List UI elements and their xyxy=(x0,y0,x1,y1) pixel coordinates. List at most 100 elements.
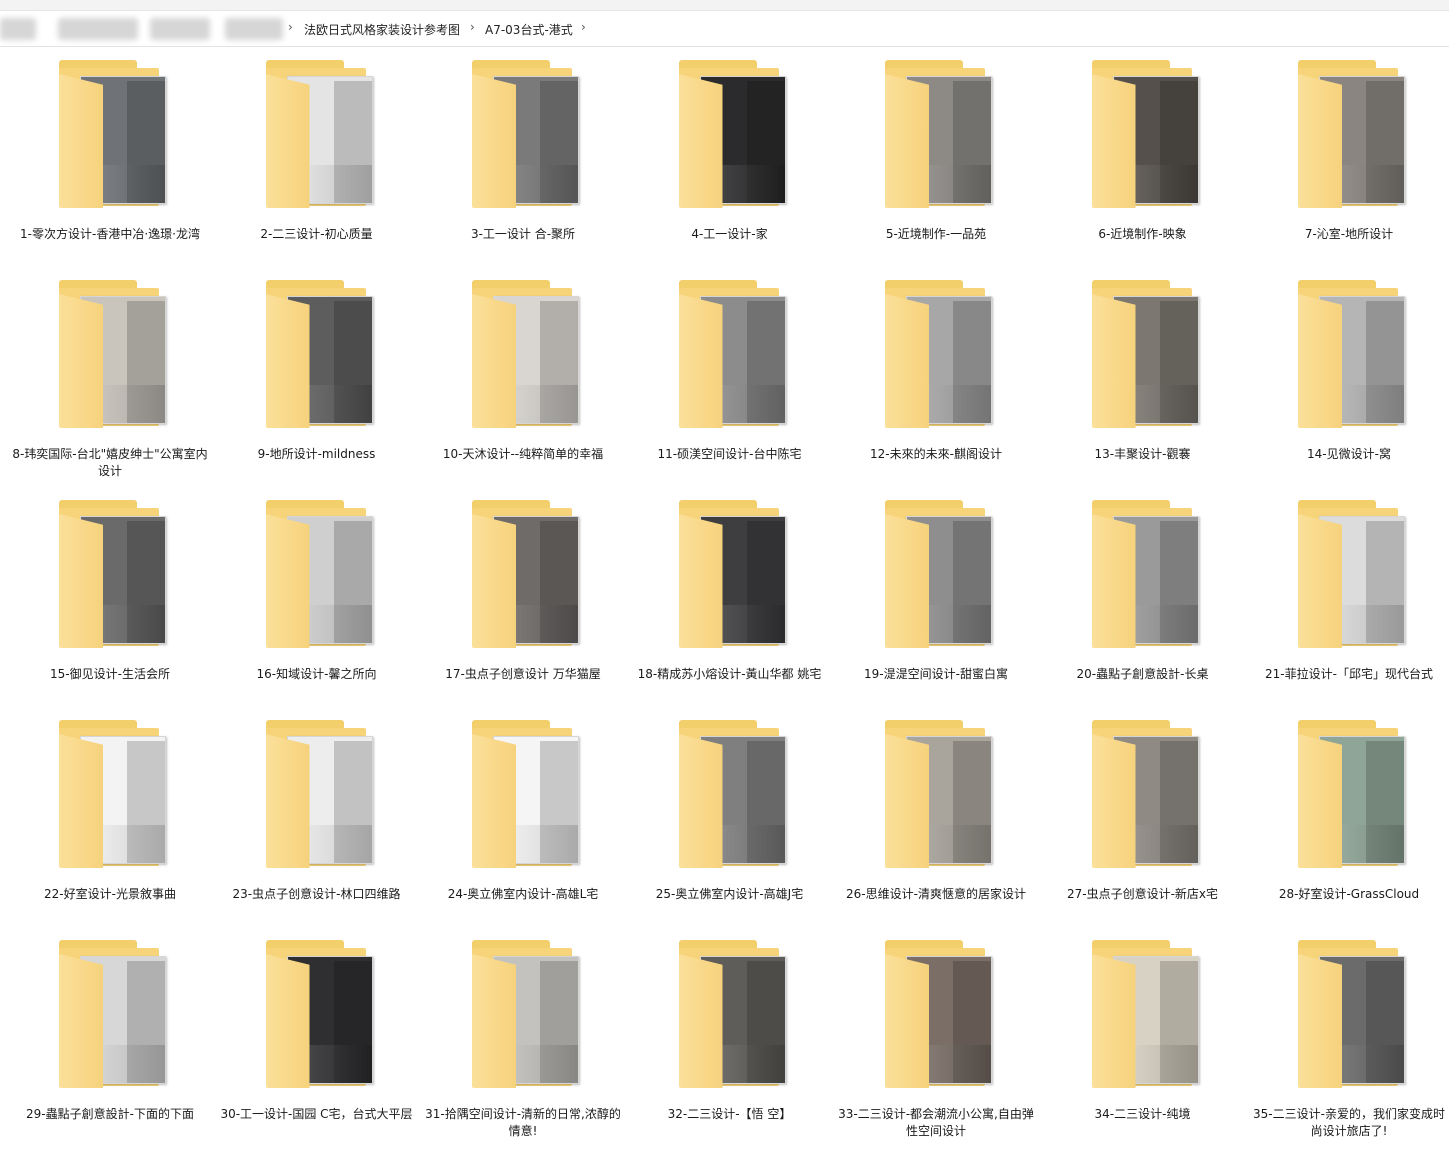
breadcrumb-item-current[interactable]: A7-03台式-港式 xyxy=(485,21,573,38)
folder-item[interactable]: 13-丰聚设计-觀褰 xyxy=(1043,280,1243,463)
chevron-right-icon[interactable]: › xyxy=(470,20,475,34)
folder-icon xyxy=(1078,720,1208,880)
folder-item[interactable]: 29-蟲點子創意設計-下面的下面 xyxy=(10,940,210,1123)
folder-label: 7-沁室-地所设计 xyxy=(1304,227,1394,241)
folder-label: 10-天沐设计--纯粹简单的幸福 xyxy=(442,447,604,461)
folder-label: 17-虫点子创意设计 万华猫屋 xyxy=(445,667,601,681)
folder-label: 3-工一设计 合-聚所 xyxy=(470,227,576,241)
folder-icon xyxy=(871,500,1001,660)
folder-icon xyxy=(1078,280,1208,440)
folder-icon xyxy=(458,500,588,660)
folder-icon xyxy=(252,720,382,880)
folder-icon xyxy=(871,60,1001,220)
folder-item[interactable]: 34-二三设计-纯境 xyxy=(1043,940,1243,1123)
folder-label: 8-玮奕国际-台北"嬉皮绅士"公寓室内设计 xyxy=(12,447,208,478)
folder-icon xyxy=(458,940,588,1100)
breadcrumb-item-parent[interactable]: 法欧日式风格家装设计参考图 xyxy=(304,21,460,38)
folder-item[interactable]: 28-好室设计-GrassCloud xyxy=(1249,720,1449,903)
folder-icon xyxy=(252,940,382,1100)
folder-label: 28-好室设计-GrassCloud xyxy=(1278,887,1420,901)
address-bar[interactable]: › 法欧日式风格家装设计参考图 › A7-03台式-港式 › xyxy=(0,12,1449,47)
folder-item[interactable]: 19-湜湜空间设计-甜蜜白寓 xyxy=(836,500,1036,683)
folder-item[interactable]: 14-见微设计-窝 xyxy=(1249,280,1449,463)
folder-item[interactable]: 11-硕渼空间设计-台中陈宅 xyxy=(630,280,830,463)
folder-label: 21-菲拉设计-「邱宅」现代台式 xyxy=(1265,667,1433,681)
folder-item[interactable]: 15-御见设计-生活会所 xyxy=(10,500,210,683)
folder-item[interactable]: 30-工一设计-国园 C宅，台式大平层 xyxy=(217,940,417,1123)
folder-item[interactable]: 33-二三设计-都会潮流小公寓,自由弹性空间设计 xyxy=(836,940,1036,1140)
folder-item[interactable]: 18-精成苏小熔设计-黃山华都 姚宅 xyxy=(630,500,830,683)
folder-label: 25-奥立佛室内设计-高雄J宅 xyxy=(655,887,804,901)
chevron-right-icon[interactable]: › xyxy=(288,20,293,34)
folder-label: 1-零次方设计-香港中冶·逸璟·龙湾 xyxy=(20,227,200,241)
folder-item[interactable]: 10-天沐设计--纯粹简单的幸福 xyxy=(423,280,623,463)
folder-label: 34-二三设计-纯境 xyxy=(1094,1107,1191,1121)
folder-icon xyxy=(1284,720,1414,880)
folder-item[interactable]: 22-好室设计-光景敘事曲 xyxy=(10,720,210,903)
folder-item[interactable]: 32-二三设计-【悟 空】 xyxy=(630,940,830,1123)
folder-icon xyxy=(252,60,382,220)
folder-icon xyxy=(458,720,588,880)
folder-item[interactable]: 4-工一设计-家 xyxy=(630,60,830,243)
folder-icon xyxy=(665,500,795,660)
folder-item[interactable]: 16-知域设计-馨之所向 xyxy=(217,500,417,683)
folder-label: 33-二三设计-都会潮流小公寓,自由弹性空间设计 xyxy=(838,1107,1034,1138)
folder-icon xyxy=(871,280,1001,440)
folder-icon xyxy=(665,280,795,440)
folder-icon xyxy=(458,60,588,220)
folder-item[interactable]: 31-拾隅空间设计-清新的日常,浓醇的情意! xyxy=(423,940,623,1140)
folder-icon xyxy=(252,500,382,660)
folder-label: 20-蟲點子創意設計-长桌 xyxy=(1076,667,1209,681)
folder-label: 27-虫点子创意设计-新店x宅 xyxy=(1066,887,1219,901)
folder-label: 26-思维设计-清爽惬意的居家设计 xyxy=(846,887,1026,901)
folder-item[interactable]: 23-虫点子创意设计-林口四维路 xyxy=(217,720,417,903)
folder-icon xyxy=(45,60,175,220)
folder-item[interactable]: 9-地所设计-mildness xyxy=(217,280,417,463)
folder-label: 30-工一设计-国园 C宅，台式大平层 xyxy=(220,1107,413,1121)
folder-icon xyxy=(1284,940,1414,1100)
folder-item[interactable]: 3-工一设计 合-聚所 xyxy=(423,60,623,243)
folder-icon xyxy=(45,940,175,1100)
folder-label: 22-好室设计-光景敘事曲 xyxy=(44,887,176,901)
folder-item[interactable]: 17-虫点子创意设计 万华猫屋 xyxy=(423,500,623,683)
chevron-right-icon[interactable]: › xyxy=(581,20,586,34)
folder-item[interactable]: 27-虫点子创意设计-新店x宅 xyxy=(1043,720,1243,903)
folder-icon xyxy=(45,280,175,440)
folder-item[interactable]: 25-奥立佛室内设计-高雄J宅 xyxy=(630,720,830,903)
folder-icon xyxy=(665,940,795,1100)
folder-icon xyxy=(1284,280,1414,440)
folder-label: 12-未來的未來-麒阁设计 xyxy=(870,447,1002,461)
folder-label: 31-拾隅空间设计-清新的日常,浓醇的情意! xyxy=(425,1107,621,1138)
folder-label: 35-二三设计-亲爱的，我们家变成时尚设计旅店了! xyxy=(1253,1107,1445,1138)
folder-label: 15-御见设计-生活会所 xyxy=(50,667,170,681)
window-top-strip xyxy=(0,0,1449,11)
folder-icon xyxy=(665,60,795,220)
folder-icon xyxy=(1284,500,1414,660)
folder-label: 14-见微设计-窝 xyxy=(1307,447,1391,461)
blurred-breadcrumb-segment xyxy=(58,18,138,40)
folder-item[interactable]: 20-蟲點子創意設計-长桌 xyxy=(1043,500,1243,683)
folder-label: 23-虫点子创意设计-林口四维路 xyxy=(232,887,401,901)
folder-label: 24-奥立佛室内设计-高雄L宅 xyxy=(447,887,599,901)
folder-label: 19-湜湜空间设计-甜蜜白寓 xyxy=(864,667,1008,681)
folder-label: 13-丰聚设计-觀褰 xyxy=(1094,447,1191,461)
folder-label: 11-硕渼空间设计-台中陈宅 xyxy=(657,447,802,461)
folder-icon xyxy=(665,720,795,880)
folder-label: 4-工一设计-家 xyxy=(691,227,768,241)
folder-icon xyxy=(871,720,1001,880)
folder-item[interactable]: 6-近境制作-映象 xyxy=(1043,60,1243,243)
folder-item[interactable]: 26-思维设计-清爽惬意的居家设计 xyxy=(836,720,1036,903)
folder-label: 29-蟲點子創意設計-下面的下面 xyxy=(26,1107,194,1121)
folder-label: 5-近境制作-一品苑 xyxy=(885,227,987,241)
folder-item[interactable]: 35-二三设计-亲爱的，我们家变成时尚设计旅店了! xyxy=(1249,940,1449,1140)
folder-item[interactable]: 8-玮奕国际-台北"嬉皮绅士"公寓室内设计 xyxy=(10,280,210,480)
folder-item[interactable]: 2-二三设计-初心质量 xyxy=(217,60,417,243)
folder-item[interactable]: 7-沁室-地所设计 xyxy=(1249,60,1449,243)
folder-item[interactable]: 24-奥立佛室内设计-高雄L宅 xyxy=(423,720,623,903)
folder-item[interactable]: 21-菲拉设计-「邱宅」现代台式 xyxy=(1249,500,1449,683)
folder-item[interactable]: 5-近境制作-一品苑 xyxy=(836,60,1036,243)
folder-item[interactable]: 1-零次方设计-香港中冶·逸璟·龙湾 xyxy=(10,60,210,243)
folder-icon xyxy=(458,280,588,440)
folder-item[interactable]: 12-未來的未來-麒阁设计 xyxy=(836,280,1036,463)
folder-icon xyxy=(1078,940,1208,1100)
